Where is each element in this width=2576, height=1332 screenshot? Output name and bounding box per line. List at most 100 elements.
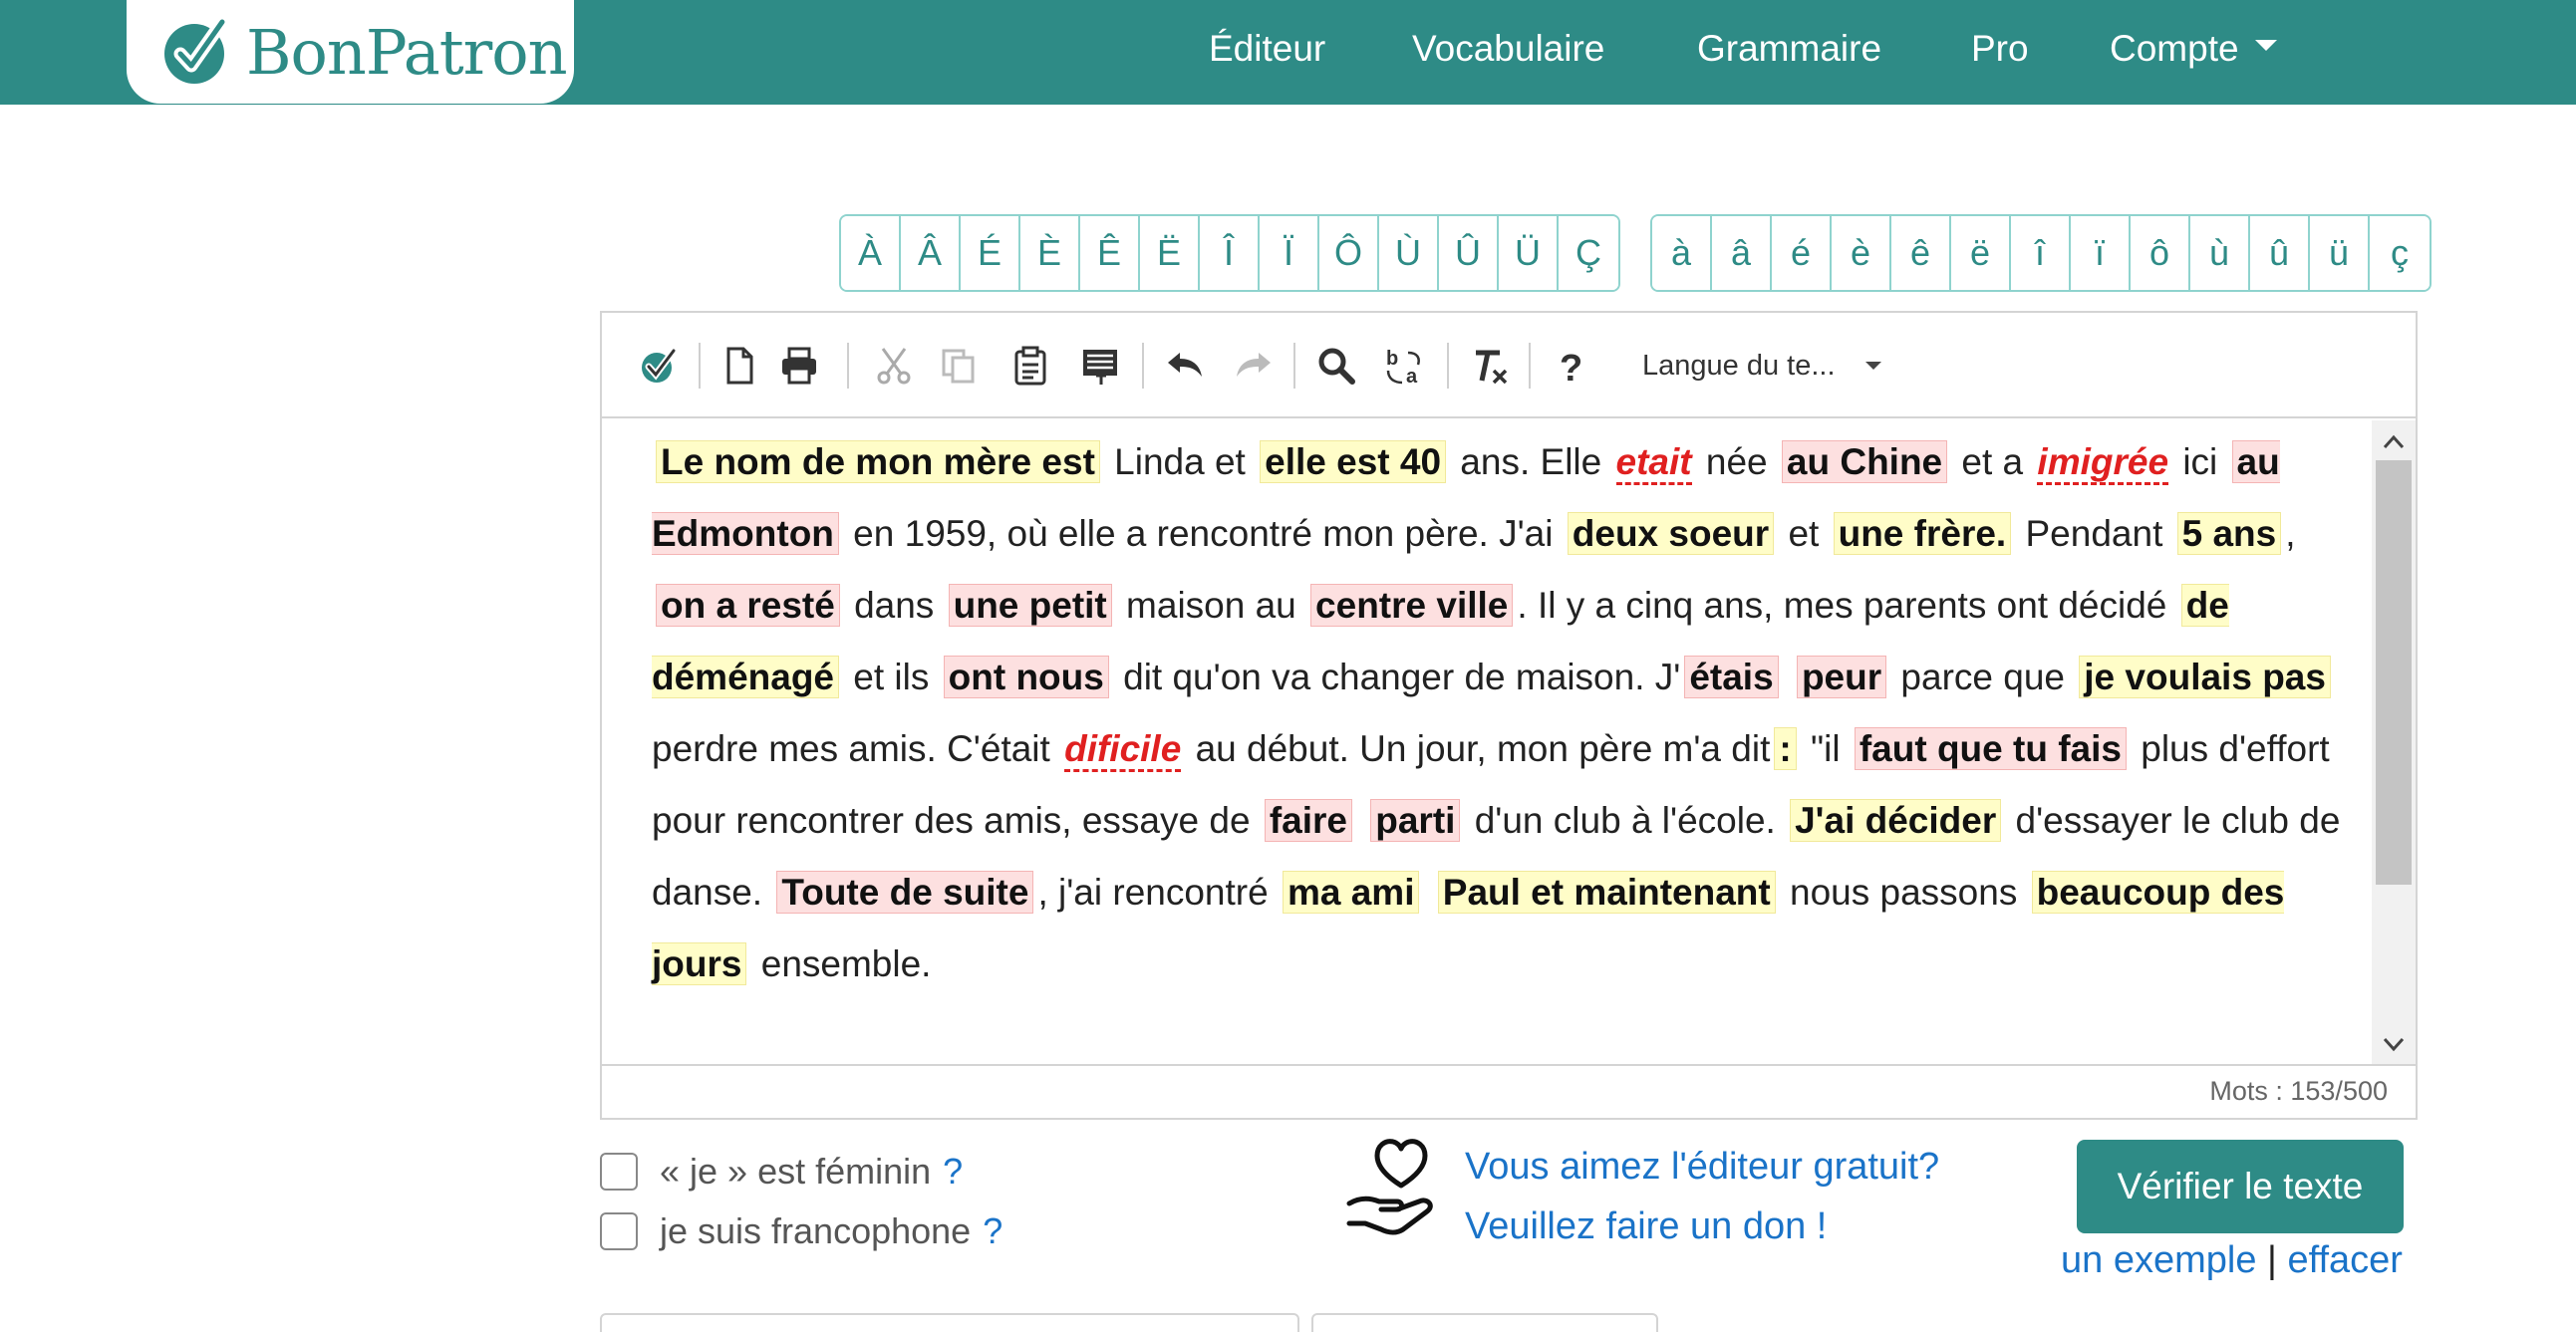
paste-icon (1014, 346, 1046, 386)
scroll-down-icon[interactable] (2372, 1022, 2416, 1066)
grammar-warning-highlight[interactable]: je voulais pas (2079, 656, 2331, 698)
nav-editor[interactable]: Éditeur (1209, 28, 1325, 70)
lowercase-accent-key[interactable]: ù (2190, 216, 2250, 290)
grammar-error-highlight[interactable]: une petit (948, 584, 1112, 627)
plain-text: rencontré (1102, 872, 1279, 913)
clear-link[interactable]: effacer (2287, 1239, 2402, 1281)
uppercase-accent-key[interactable]: Ï (1260, 216, 1319, 290)
uppercase-accent-key[interactable]: Û (1439, 216, 1499, 290)
spellcheck-button[interactable] (634, 341, 684, 391)
nav-pro[interactable]: Pro (1971, 28, 2029, 70)
paste-text-button[interactable] (1075, 341, 1125, 391)
lowercase-accent-key[interactable]: ü (2310, 216, 2370, 290)
donate-line2[interactable]: Veuillez faire un don ! (1465, 1205, 1827, 1248)
spelling-error[interactable]: imigrée (2037, 441, 2169, 485)
feminine-help-link[interactable]: ? (943, 1151, 963, 1193)
toolbar-separator (1142, 343, 1144, 389)
lowercase-accent-key[interactable]: à (1652, 216, 1712, 290)
plain-text: en 1959, où elle a rencontré mon père. J… (842, 513, 1564, 554)
lowercase-accent-key[interactable]: ë (1951, 216, 2011, 290)
paste-button[interactable] (1005, 341, 1055, 391)
lowercase-accent-key[interactable]: â (1712, 216, 1772, 290)
lowercase-accent-key[interactable]: é (1772, 216, 1832, 290)
find-button[interactable] (1311, 341, 1361, 391)
uppercase-accent-key[interactable]: Ü (1499, 216, 1559, 290)
lowercase-accent-key[interactable]: ï (2071, 216, 2131, 290)
spelling-error[interactable]: dificile (1064, 728, 1182, 772)
grammar-warning-highlight[interactable]: J'ai décider (1790, 799, 2002, 842)
plain-text: et (1778, 513, 1830, 554)
language-select[interactable]: Langue du te... (1642, 343, 1881, 389)
grammar-warning-highlight[interactable]: 5 ans (2176, 512, 2282, 555)
grammar-error-highlight[interactable]: faire (1264, 799, 1352, 842)
nav-grammar[interactable]: Grammaire (1697, 28, 1881, 70)
grammar-error-highlight[interactable]: au Chine (1781, 440, 1948, 483)
uppercase-accent-key[interactable]: Ë (1140, 216, 1200, 290)
plain-text: et a (1951, 441, 2034, 482)
uppercase-accent-key[interactable]: Ê (1080, 216, 1140, 290)
feminine-option[interactable]: « je » est féminin ? (600, 1151, 963, 1193)
help-button[interactable]: ? (1546, 341, 1595, 391)
lowercase-accent-key[interactable]: î (2011, 216, 2071, 290)
verify-text-button[interactable]: Vérifier le texte (2077, 1140, 2404, 1233)
grammar-error-highlight[interactable]: faut que tu fais (1854, 727, 2127, 770)
grammar-warning-highlight[interactable]: une frère. (1833, 512, 2012, 555)
redo-button[interactable] (1229, 341, 1279, 391)
grammar-warning-highlight[interactable]: deux soeur (1567, 512, 1775, 555)
feminine-checkbox[interactable] (600, 1153, 638, 1191)
grammar-error-highlight[interactable]: centre ville (1310, 584, 1514, 627)
scroll-up-icon[interactable] (2372, 420, 2416, 464)
grammar-error-highlight[interactable]: Toute de suite (776, 871, 1034, 914)
remove-format-button[interactable] (1464, 341, 1514, 391)
feminine-label: « je » est féminin (660, 1151, 932, 1192)
uppercase-accent-key[interactable]: Î (1200, 216, 1260, 290)
uppercase-accent-key[interactable]: É (961, 216, 1020, 290)
uppercase-accent-key[interactable]: Ç (1559, 216, 1618, 290)
grammar-error-highlight[interactable]: parti (1370, 799, 1461, 842)
new-document-button[interactable] (715, 341, 764, 391)
nav-account[interactable]: Compte (2110, 28, 2277, 70)
grammar-warning-highlight[interactable]: elle est 40 (1260, 440, 1447, 483)
donate-line1[interactable]: Vous aimez l'éditeur gratuit? (1465, 1146, 1939, 1189)
brand-logo[interactable]: BonPatron (127, 0, 574, 104)
lowercase-accent-key[interactable]: è (1832, 216, 1891, 290)
lowercase-accent-key[interactable]: ç (2370, 216, 2430, 290)
plain-text: , j'ai (1037, 872, 1103, 913)
nav-vocabulary[interactable]: Vocabulaire (1412, 28, 1604, 70)
uppercase-accent-key[interactable]: Â (901, 216, 961, 290)
uppercase-accent-key[interactable]: Ù (1379, 216, 1439, 290)
editor-scrollbar[interactable] (2372, 420, 2416, 1066)
example-link[interactable]: un exemple (2061, 1239, 2256, 1281)
grammar-warning-highlight[interactable]: ma ami (1282, 871, 1420, 914)
find-icon (1318, 348, 1355, 385)
uppercase-accent-key[interactable]: À (841, 216, 901, 290)
lowercase-accent-key[interactable]: û (2250, 216, 2310, 290)
plain-text: au début. Un jour, mon (1185, 728, 1569, 769)
plain-text: parents ont décidé (1853, 585, 2177, 626)
editor-text[interactable]: Le nom de mon mère est Linda et elle est… (652, 426, 2346, 1000)
print-button[interactable] (774, 341, 824, 391)
francophone-help-link[interactable]: ? (983, 1210, 1002, 1252)
francophone-checkbox[interactable] (600, 1212, 638, 1250)
scrollbar-thumb[interactable] (2376, 460, 2412, 885)
editor-content[interactable]: Le nom de mon mère est Linda et elle est… (602, 420, 2372, 1066)
plain-text: Pendant (2015, 513, 2173, 554)
uppercase-accent-key[interactable]: Ô (1319, 216, 1379, 290)
francophone-label: je suis francophone (660, 1210, 972, 1251)
grammar-error-highlight[interactable]: ont nous (943, 656, 1109, 698)
grammar-error-highlight[interactable]: étais (1684, 656, 1779, 698)
spelling-error[interactable]: etait (1615, 441, 1692, 485)
lowercase-accent-key[interactable]: ê (1891, 216, 1951, 290)
replace-button[interactable]: ba (1380, 341, 1430, 391)
grammar-error-highlight[interactable]: on a resté (656, 584, 840, 627)
grammar-warning-highlight[interactable]: : (1774, 727, 1797, 770)
grammar-warning-highlight[interactable]: Le nom de mon mère est (656, 440, 1100, 483)
francophone-option[interactable]: je suis francophone ? (600, 1210, 1002, 1252)
grammar-warning-highlight[interactable]: Paul et maintenant (1437, 871, 1776, 914)
lowercase-accent-key[interactable]: ô (2131, 216, 2190, 290)
undo-button[interactable] (1160, 341, 1210, 391)
cut-button[interactable] (869, 341, 919, 391)
copy-button[interactable] (934, 341, 984, 391)
grammar-error-highlight[interactable]: peur (1796, 656, 1887, 698)
uppercase-accent-key[interactable]: È (1020, 216, 1080, 290)
